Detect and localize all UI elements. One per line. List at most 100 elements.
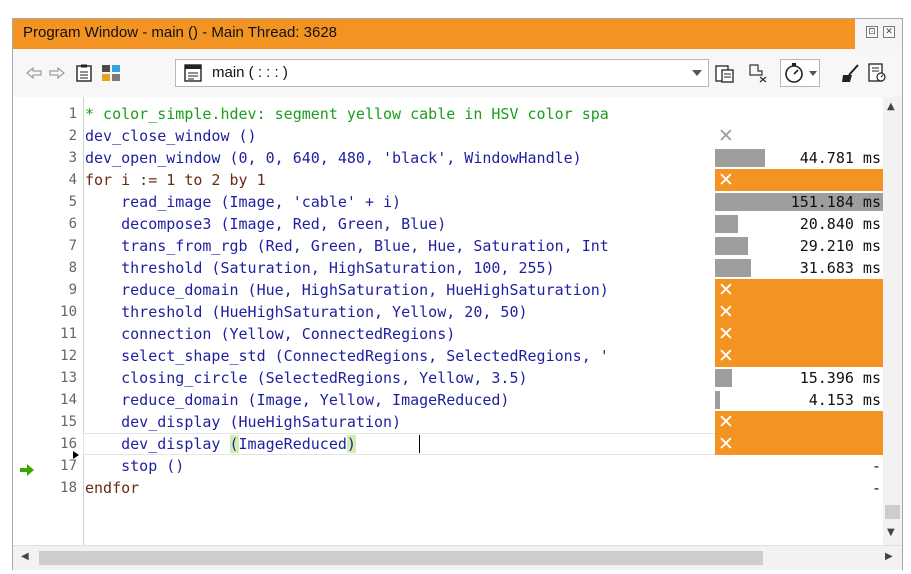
- line-number: 9: [68, 282, 77, 298]
- profiler-cell: 20.840 ms: [715, 213, 885, 235]
- paste-icon[interactable]: [713, 59, 737, 87]
- code-text: trans_from_rgb (Red, Green, Blue, Hue, S…: [85, 237, 609, 255]
- back-arrow-icon[interactable]: [25, 59, 43, 87]
- text-caret: [419, 435, 420, 453]
- code-text: endfor: [85, 479, 140, 497]
- profiler-time-bar: [715, 215, 738, 233]
- pin-button[interactable]: ⊡: [866, 26, 878, 38]
- profiler-cell: ✕: [715, 279, 885, 301]
- profiler-cell: ✕: [715, 301, 885, 323]
- code-text: decompose3 (Image, Red, Green, Blue): [85, 215, 447, 233]
- grid-icon[interactable]: [100, 59, 122, 87]
- x-icon: ✕: [718, 301, 734, 323]
- vertical-scroll-thumb[interactable]: [885, 505, 900, 519]
- profiler-not-executed: ✕: [715, 169, 885, 191]
- toolbar: main ( : : : ): [13, 49, 902, 97]
- scroll-up-icon[interactable]: ▲: [887, 101, 895, 112]
- dropdown-arrow[interactable]: [692, 70, 702, 76]
- profiler-cell: 4.153 ms: [715, 389, 885, 411]
- profiler-time-bar: [715, 149, 765, 167]
- code-text: * color_simple.hdev: segment yellow cabl…: [85, 105, 609, 123]
- clipboard-icon[interactable]: [73, 59, 95, 87]
- profiler-time-bar: [715, 391, 720, 409]
- matching-bracket: ): [346, 435, 356, 453]
- scroll-right-icon[interactable]: ▶: [885, 551, 893, 562]
- code-text: connection (Yellow, ConnectedRegions): [85, 325, 456, 343]
- matching-bracket: (: [229, 435, 239, 453]
- code-line[interactable]: 1 * color_simple.hdev: segment yellow cab…: [13, 103, 883, 125]
- code-text: dev_close_window (): [85, 127, 257, 145]
- code-text: read_image (Image, 'cable' + i): [85, 193, 402, 211]
- profiler-not-executed: ✕: [715, 323, 885, 345]
- line-number: 5: [68, 194, 77, 210]
- line-number: 7: [68, 238, 77, 254]
- x-icon: ✕: [718, 279, 734, 301]
- procedure-icon: [182, 63, 204, 83]
- vertical-scrollbar[interactable]: ▲ ▼: [883, 97, 902, 545]
- profiler-cell: ✕: [715, 169, 885, 191]
- profiler-not-executed: ✕: [715, 411, 885, 433]
- code-token: dev_display: [85, 435, 230, 453]
- code-token: ImageReduced: [238, 435, 347, 453]
- code-text: reduce_domain (Hue, HighSaturation, HueH…: [85, 281, 609, 299]
- code-text: select_shape_std (ConnectedRegions, Sele…: [85, 347, 609, 365]
- profiler-not-executed: ✕: [715, 433, 885, 455]
- code-text: dev_display (ImageReduced): [85, 433, 356, 455]
- profiler-cell: -: [715, 455, 885, 477]
- profiler-cell: 151.184 ms: [715, 191, 885, 213]
- profiler-cell: 29.210 ms: [715, 235, 885, 257]
- horizontal-scrollbar[interactable]: ◀ ▶: [13, 545, 902, 570]
- line-number: 14: [60, 392, 77, 408]
- profiler-cell: -: [715, 477, 885, 499]
- line-number: 18: [60, 480, 77, 496]
- code-text: dev_open_window (0, 0, 640, 480, 'black'…: [85, 149, 582, 167]
- line-number: 6: [68, 216, 77, 232]
- program-window: Program Window - main () - Main Thread: …: [12, 18, 903, 570]
- code-text: threshold (HueHighSaturation, Yellow, 20…: [85, 303, 528, 321]
- code-text: dev_display (HueHighSaturation): [85, 413, 402, 431]
- line-number: 10: [60, 304, 77, 320]
- profiler-cell: ✕: [715, 345, 885, 367]
- horizontal-scroll-thumb[interactable]: [39, 551, 763, 565]
- x-icon: ✕: [718, 345, 734, 367]
- line-number: 3: [68, 150, 77, 166]
- forward-arrow-icon[interactable]: [48, 59, 66, 87]
- clean-icon[interactable]: [839, 59, 863, 87]
- profiler-cell: ✕: [715, 125, 885, 147]
- code-text: closing_circle (SelectedRegions, Yellow,…: [85, 369, 528, 387]
- profiler-time: 4.153 ms: [808, 391, 881, 409]
- profiler-cell: ✕: [715, 323, 885, 345]
- report-icon[interactable]: [865, 59, 889, 87]
- title-bar[interactable]: Program Window - main () - Main Thread: …: [13, 19, 902, 49]
- profiler-not-executed: ✕: [715, 345, 885, 367]
- profiler-cell: 44.781 ms: [715, 147, 885, 169]
- line-number: 8: [68, 260, 77, 276]
- profiler-time: 15.396 ms: [799, 369, 881, 387]
- code-text: stop (): [85, 457, 185, 475]
- code-text: for i := 1 to 2 by 1: [85, 171, 266, 189]
- window-title: Program Window - main () - Main Thread: …: [23, 24, 338, 41]
- x-icon: ✕: [718, 169, 734, 191]
- profiler-cell: 15.396 ms: [715, 367, 885, 389]
- line-number: 2: [68, 128, 77, 144]
- scroll-down-icon[interactable]: ▼: [887, 527, 895, 538]
- line-number: 13: [60, 370, 77, 386]
- line-number: 16: [60, 436, 77, 452]
- scroll-left-icon[interactable]: ◀: [21, 551, 29, 562]
- clear-breakpoint-icon[interactable]: [745, 59, 769, 87]
- profiler-time: 31.683 ms: [799, 259, 881, 277]
- close-button[interactable]: ✕: [883, 26, 895, 38]
- code-editor[interactable]: 1 * color_simple.hdev: segment yellow cab…: [13, 97, 902, 545]
- profiler-toggle[interactable]: [780, 59, 820, 87]
- x-icon: ✕: [718, 323, 734, 345]
- profiler-dropdown-arrow[interactable]: [809, 70, 817, 76]
- line-number: 1: [68, 106, 77, 122]
- x-icon: ✕: [718, 433, 734, 455]
- profiler-not-executed: ✕: [715, 279, 885, 301]
- line-number: 4: [68, 172, 77, 188]
- profiler-cell: 31.683 ms: [715, 257, 885, 279]
- profiler-time-bar: [715, 237, 748, 255]
- profiler-time: 151.184 ms: [790, 193, 881, 211]
- profiler-not-executed: ✕: [715, 301, 885, 323]
- procedure-selector[interactable]: main ( : : : ): [175, 59, 709, 87]
